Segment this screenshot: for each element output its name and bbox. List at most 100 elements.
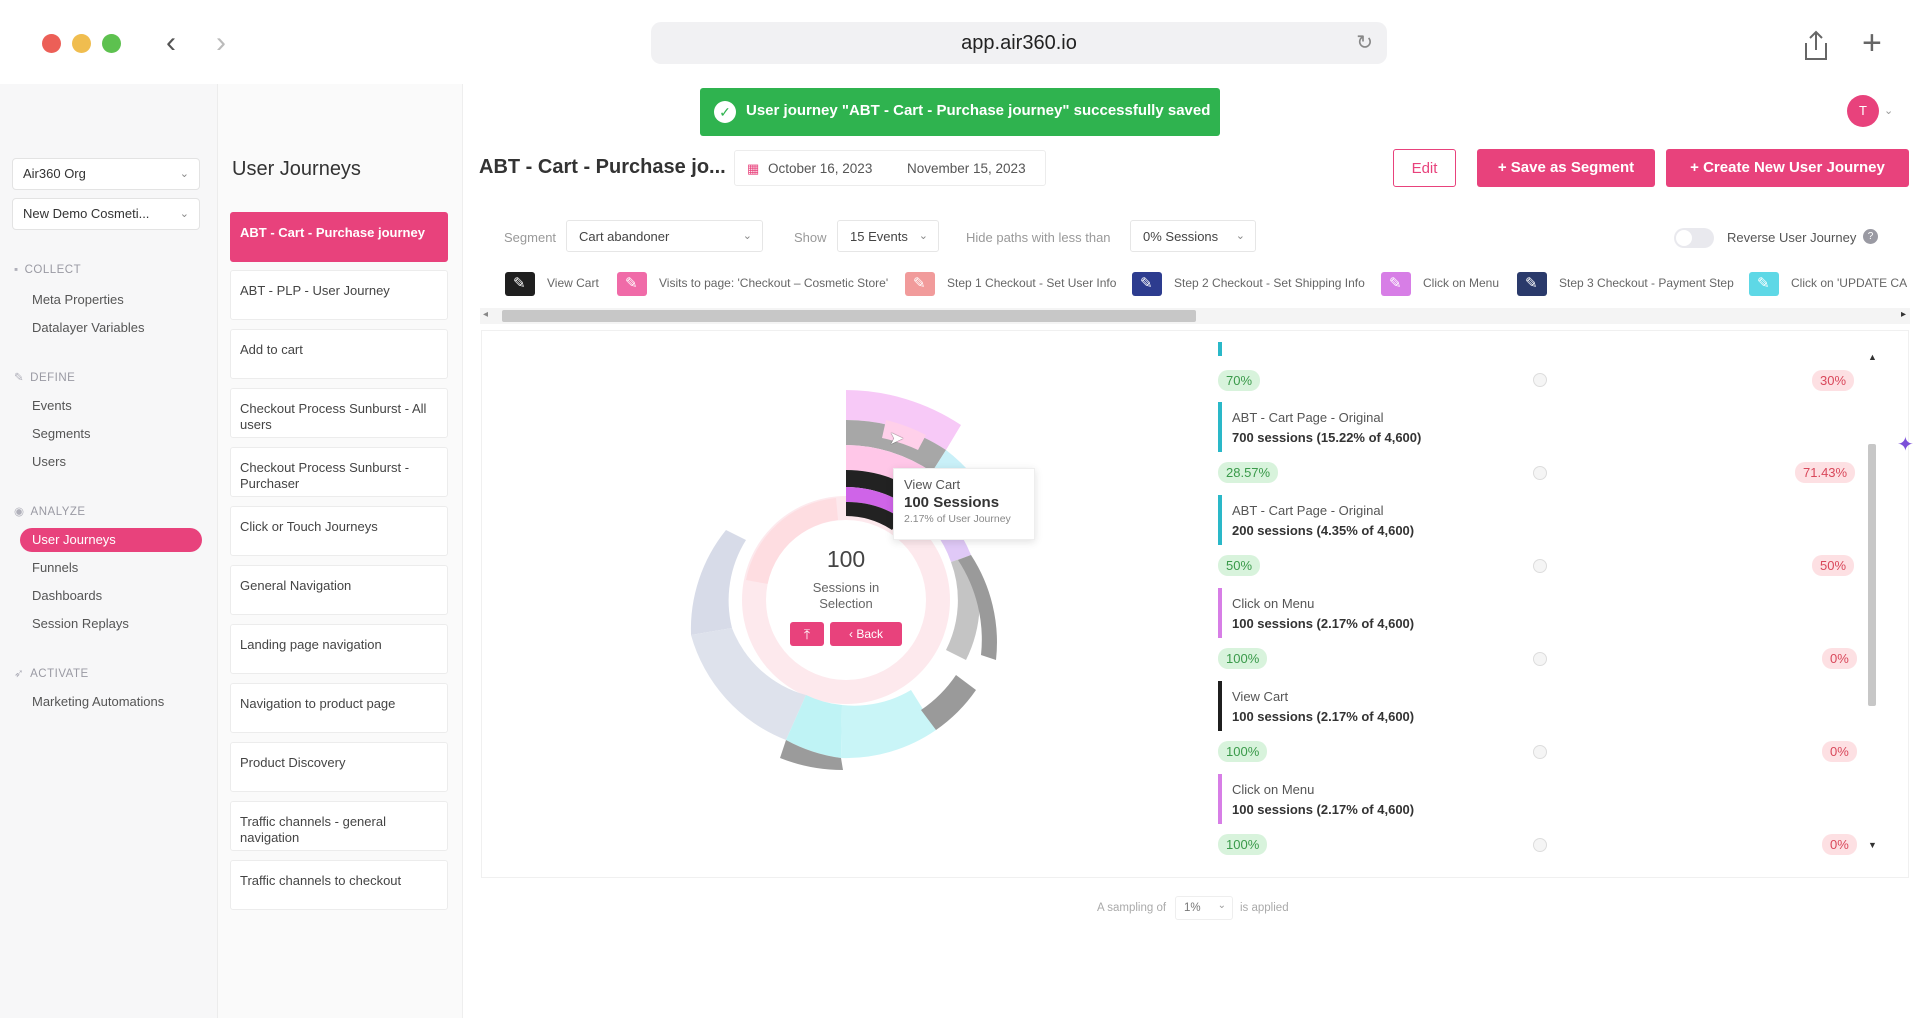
pencil-icon[interactable] xyxy=(1132,271,1162,296)
create-new-journey-button[interactable]: + Create New User Journey xyxy=(1666,149,1909,187)
detail-card[interactable]: ABT - Cart Page - Original 700 sessions (… xyxy=(1218,402,1858,452)
help-icon[interactable]: ? xyxy=(1863,229,1878,244)
sparkle-icon[interactable]: ✦ xyxy=(1897,432,1914,457)
pencil-icon[interactable] xyxy=(505,271,535,296)
info-icon[interactable] xyxy=(1533,652,1547,666)
close-window-button[interactable] xyxy=(42,34,61,53)
nav-funnels[interactable]: Funnels xyxy=(32,560,78,575)
date-from: October 16, 2023 xyxy=(768,161,873,176)
legend-scrollbar[interactable]: ◂ ▸ xyxy=(480,308,1910,324)
tooltip-sessions: 100 Sessions xyxy=(904,494,1000,511)
back-arrow-icon[interactable]: ‹ xyxy=(166,26,176,60)
date-to: November 15, 2023 xyxy=(907,161,1026,176)
share-icon[interactable] xyxy=(1803,30,1829,62)
journey-item[interactable]: Landing page navigation xyxy=(230,624,448,674)
scroll-down-icon[interactable]: ▼ xyxy=(1868,840,1877,850)
legend-item-visits-checkout[interactable]: Visits to page: 'Checkout – Cosmetic Sto… xyxy=(617,268,888,298)
detail-card[interactable]: ABT - Cart Page - Original 200 sessions (… xyxy=(1218,495,1858,545)
section-analyze: ◉ ANALYZE xyxy=(14,504,86,518)
project-select[interactable]: New Demo Cosmeti... ⌄ xyxy=(12,198,200,230)
section-collect: ▪ COLLECT xyxy=(14,264,81,276)
tooltip-share: 2.17% of User Journey xyxy=(904,513,1011,525)
journey-item[interactable]: Product Discovery xyxy=(230,742,448,792)
nav-segments[interactable]: Segments xyxy=(32,426,91,441)
pencil-icon[interactable] xyxy=(905,271,935,296)
avatar-chevron-down-icon[interactable]: ⌄ xyxy=(1884,104,1893,117)
nav-dashboards[interactable]: Dashboards xyxy=(32,588,102,603)
nav-users[interactable]: Users xyxy=(32,454,66,469)
journey-item[interactable]: Click or Touch Journeys xyxy=(230,506,448,556)
maximize-window-button[interactable] xyxy=(102,34,121,53)
sunburst-center-label-2: Selection xyxy=(819,596,873,611)
details-scrollbar[interactable]: ▲ ▼ xyxy=(1866,352,1878,852)
nav-user-journeys[interactable]: User Journeys xyxy=(20,528,202,552)
tooltip-title: View Cart xyxy=(904,477,961,492)
journey-item[interactable]: ABT - Cart - Purchase journey xyxy=(230,212,448,262)
journey-item[interactable]: Checkout Process Sunburst - Purchaser xyxy=(230,447,448,497)
pencil-icon[interactable] xyxy=(617,271,647,296)
show-events-value: 15 Events xyxy=(850,229,908,244)
sunburst-center-value: 100 xyxy=(826,546,866,572)
detail-card[interactable]: Click on Menu 100 sessions (2.17% of 4,60… xyxy=(1218,774,1858,824)
edit-button[interactable]: Edit xyxy=(1393,149,1456,187)
detail-card[interactable]: Click on Menu 100 sessions (2.17% of 4,60… xyxy=(1218,588,1858,638)
journey-item[interactable]: Traffic channels to checkout xyxy=(230,860,448,910)
info-icon[interactable] xyxy=(1533,466,1547,480)
legend-item-click-update[interactable]: Click on 'UPDATE CA xyxy=(1749,268,1907,298)
nav-session-replays[interactable]: Session Replays xyxy=(32,616,129,631)
scrollbar-thumb[interactable] xyxy=(1868,444,1876,706)
address-bar[interactable]: app.air360.io ↻ xyxy=(651,22,1387,64)
legend-item-view-cart[interactable]: View Cart xyxy=(505,268,599,298)
info-icon[interactable] xyxy=(1533,838,1547,852)
journey-item[interactable]: General Navigation xyxy=(230,565,448,615)
scroll-up-icon[interactable]: ▲ xyxy=(1868,352,1877,362)
back-button[interactable]: ‹ Back xyxy=(830,622,902,646)
legend-item-step1-checkout[interactable]: Step 1 Checkout - Set User Info xyxy=(905,268,1116,298)
sunburst-chart[interactable] xyxy=(680,340,1040,810)
journey-item[interactable]: Navigation to product page xyxy=(230,683,448,733)
nav-meta-properties[interactable]: Meta Properties xyxy=(32,292,124,307)
chevron-down-icon: ⌄ xyxy=(1217,900,1226,911)
segment-select[interactable]: Cart abandoner ⌄ xyxy=(566,220,763,252)
legend-item-step2-checkout[interactable]: Step 2 Checkout - Set Shipping Info xyxy=(1132,268,1365,298)
hide-paths-select[interactable]: 0% Sessions ⌄ xyxy=(1130,220,1256,252)
reload-icon[interactable]: ↻ xyxy=(1356,22,1373,64)
calendar-icon: ▦ xyxy=(747,161,760,176)
sampling-prefix: A sampling of xyxy=(1097,902,1167,914)
nav-marketing-automations[interactable]: Marketing Automations xyxy=(32,694,164,709)
info-icon[interactable] xyxy=(1533,559,1547,573)
pencil-icon[interactable] xyxy=(1517,271,1547,296)
new-tab-icon[interactable]: + xyxy=(1862,24,1882,63)
pencil-icon[interactable] xyxy=(1381,271,1411,296)
success-toast: ✓ User journey "ABT - Cart - Purchase jo… xyxy=(700,88,1220,136)
detail-card[interactable]: View Cart 100 sessions (2.17% of 4,600) xyxy=(1218,681,1858,731)
legend-item-click-menu[interactable]: Click on Menu xyxy=(1381,268,1499,298)
date-range-picker[interactable]: ▦ October 16, 2023 November 15, 2023 xyxy=(734,150,1046,186)
reverse-journey-toggle[interactable] xyxy=(1674,228,1714,248)
forward-arrow-icon[interactable]: › xyxy=(216,26,226,60)
show-events-select[interactable]: 15 Events ⌄ xyxy=(837,220,939,252)
plus-icon: + xyxy=(1497,159,1511,176)
journey-item[interactable]: ABT - PLP - User Journey xyxy=(230,270,448,320)
journey-item[interactable]: Add to cart xyxy=(230,329,448,379)
legend-item-step3-checkout[interactable]: Step 3 Checkout - Payment Step xyxy=(1517,268,1734,298)
journey-item[interactable]: Traffic channels - general navigation xyxy=(230,801,448,851)
scroll-left-icon[interactable]: ◂ xyxy=(483,309,488,320)
journeys-list-title: User Journeys xyxy=(232,158,361,180)
nav-datalayer-variables[interactable]: Datalayer Variables xyxy=(32,320,144,335)
info-icon[interactable] xyxy=(1533,745,1547,759)
minimize-window-button[interactable] xyxy=(72,34,91,53)
upload-icon[interactable]: ⤒ xyxy=(790,622,824,646)
scrollbar-thumb[interactable] xyxy=(502,310,1196,322)
info-icon[interactable] xyxy=(1533,373,1547,387)
save-as-segment-button[interactable]: + Save as Segment xyxy=(1477,149,1655,187)
org-select[interactable]: Air360 Org ⌄ xyxy=(12,158,200,190)
user-avatar[interactable]: T xyxy=(1847,95,1879,127)
scroll-right-icon[interactable]: ▸ xyxy=(1901,309,1906,320)
journey-item[interactable]: Checkout Process Sunburst - All users xyxy=(230,388,448,438)
pencil-icon[interactable] xyxy=(1749,271,1779,296)
sampling-select[interactable]: 1% ⌄ xyxy=(1175,896,1233,920)
detail-sessions: 100 sessions (2.17% of 4,600) xyxy=(1232,802,1415,817)
nav-events[interactable]: Events xyxy=(32,398,72,413)
hide-paths-value: 0% Sessions xyxy=(1143,229,1219,244)
